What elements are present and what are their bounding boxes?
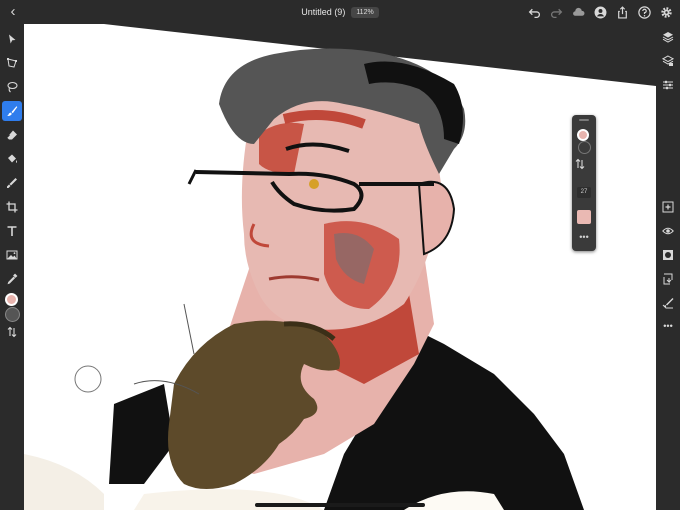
lasso-icon[interactable] [2,77,22,97]
smudge-icon[interactable] [2,173,22,193]
artwork [24,24,656,510]
drawing-canvas[interactable]: 27 ••• [24,24,656,510]
add-layer-icon[interactable] [658,197,678,217]
secondary-color-swatch[interactable] [5,307,20,322]
top-bar: ‹ Untitled (9) 112% [0,0,680,24]
brush-icon[interactable] [2,101,22,121]
redo-icon[interactable] [548,3,564,21]
cloud-icon[interactable] [570,3,586,21]
settings-icon[interactable] [658,3,674,21]
eyedropper-icon[interactable] [2,269,22,289]
home-indicator [255,503,425,507]
crop-icon[interactable] [2,197,22,217]
popup-swap-icon[interactable] [574,158,594,178]
popup-secondary-color[interactable] [578,141,591,154]
layers-icon[interactable] [658,27,678,47]
blend-icon[interactable] [658,293,678,313]
popup-primary-color[interactable] [577,129,589,141]
popup-color-swatch[interactable] [577,210,591,224]
help-icon[interactable] [636,3,652,21]
zoom-level[interactable]: 112% [351,6,379,18]
right-toolbar: ••• [656,24,680,510]
account-icon[interactable] [592,3,608,21]
fill-icon[interactable] [2,149,22,169]
eraser-icon[interactable] [2,125,22,145]
select-icon[interactable] [2,29,22,49]
popup-more-icon[interactable]: ••• [572,233,596,242]
image-icon[interactable] [2,245,22,265]
share-icon[interactable] [614,3,630,21]
undo-icon[interactable] [526,3,542,21]
brush-settings-popup: 27 ••• [572,115,596,251]
mask-icon[interactable] [658,245,678,265]
transform-icon[interactable] [2,53,22,73]
top-bar-actions [526,3,674,21]
left-toolbar [0,24,24,510]
swap-colors-icon[interactable] [2,322,22,342]
merge-icon[interactable] [658,269,678,289]
text-icon[interactable] [2,221,22,241]
document-title[interactable]: Untitled (9) [301,7,345,17]
popup-drag-handle[interactable] [579,119,589,121]
layer-stack-icon[interactable] [658,51,678,71]
brush-size-value[interactable]: 27 [577,187,591,198]
visibility-icon[interactable] [658,221,678,241]
adjustments-icon[interactable] [658,75,678,95]
primary-color-swatch[interactable] [5,293,18,306]
more-icon[interactable]: ••• [656,321,680,331]
